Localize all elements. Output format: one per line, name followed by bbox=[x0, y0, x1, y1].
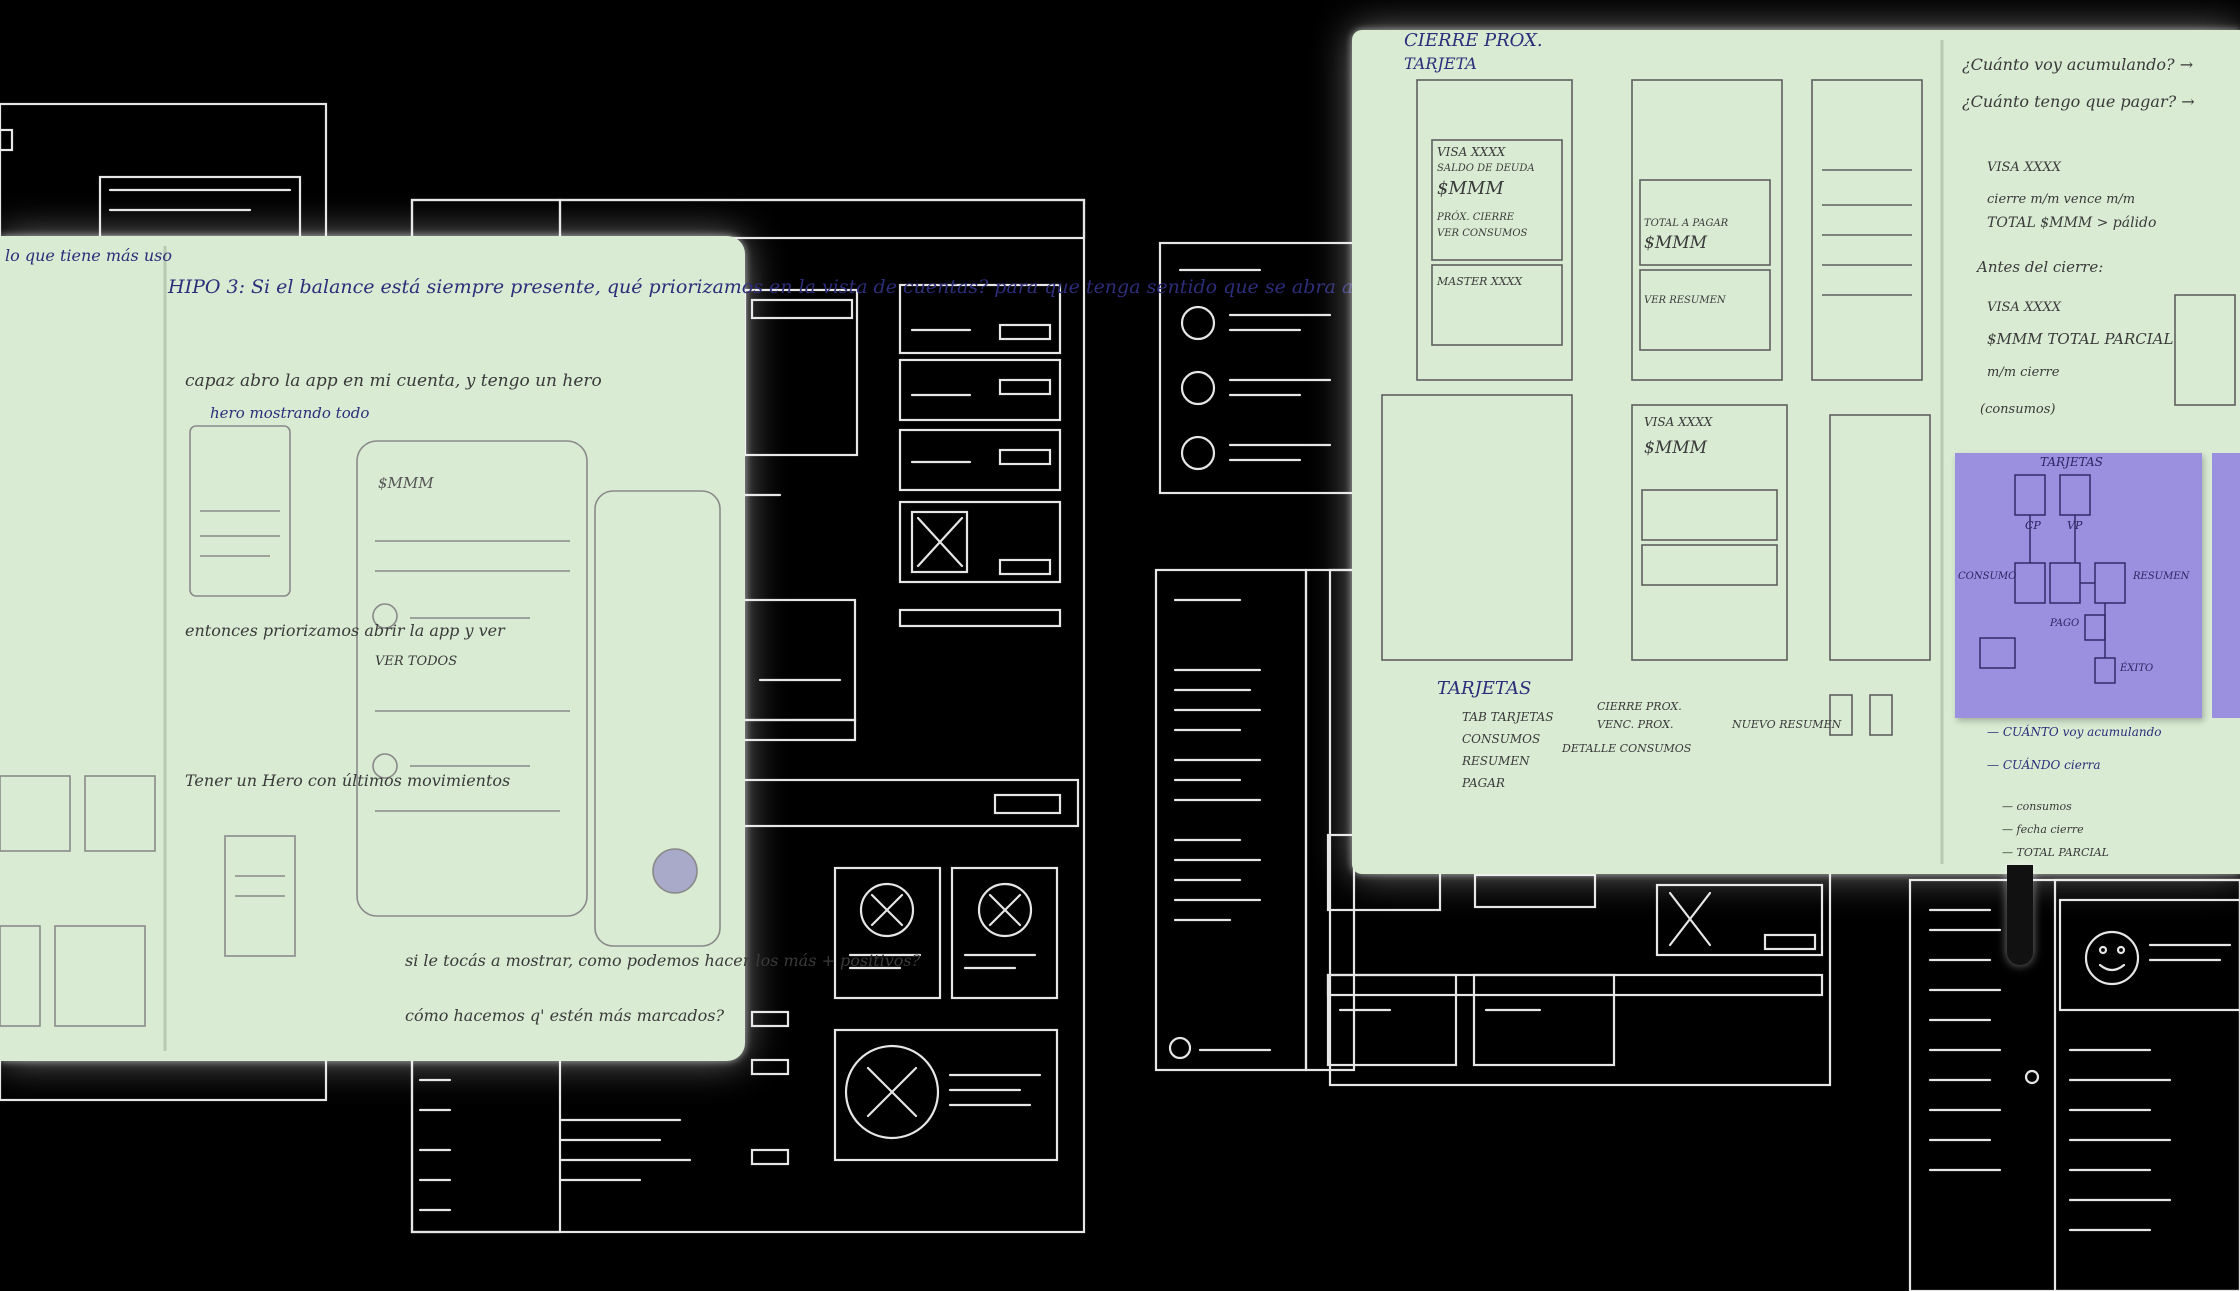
card-amount: $MMM bbox=[378, 474, 434, 492]
list-item-2: CONSUMOS bbox=[1462, 732, 1541, 746]
right-consumos: (consumos) bbox=[1980, 402, 2056, 417]
screen-1-visa: VISA XXXX bbox=[1437, 145, 1506, 159]
list-item-3: RESUMEN bbox=[1462, 754, 1530, 768]
list-branch-4: DETALLE CONSUMOS bbox=[1562, 742, 1692, 755]
left-line-2: hero mostrando todo bbox=[210, 404, 370, 422]
left-line-4: Tener un Hero con últimos movimientos bbox=[185, 771, 511, 790]
left-notebook-sketch bbox=[0, 246, 721, 1051]
right-q1: ¿Cuánto voy acumulando? → bbox=[1962, 55, 2194, 74]
list-branch-3: NUEVO RESUMEN bbox=[1732, 718, 1842, 731]
screen-2-total: TOTAL A PAGAR bbox=[1644, 218, 1729, 229]
bottom-note-5: — TOTAL PARCIAL bbox=[2002, 846, 2109, 859]
left-line-3: entonces priorizamos abrir la app y ver bbox=[185, 621, 505, 640]
bottom-note-2: — CUÁNDO cierra bbox=[1987, 758, 2101, 772]
screen-1-amount: $MMM bbox=[1437, 178, 1504, 199]
screen-4-visa: VISA XXXX bbox=[1644, 415, 1713, 429]
right-visa: VISA XXXX bbox=[1987, 160, 2061, 175]
right-cierre: cierre m/m vence m/m bbox=[1987, 192, 2136, 207]
list-branch-1: CIERRE PROX. bbox=[1597, 700, 1682, 713]
right-mm: m/m cierre bbox=[1987, 365, 2060, 380]
pen bbox=[2007, 865, 2033, 965]
list-title: TARJETAS bbox=[1437, 678, 1532, 699]
sticky-note-sketch bbox=[1979, 474, 2126, 684]
bottom-note-4: — fecha cierre bbox=[2002, 823, 2084, 836]
sticky-note-edge bbox=[2212, 453, 2240, 718]
right-title-1: CIERRE PROX. bbox=[1404, 30, 1543, 51]
sticky-label-3: PAGO bbox=[2050, 618, 2080, 629]
left-line-6: cómo hacemos q' estén más marcados? bbox=[405, 1006, 725, 1025]
sticky-vp: VP bbox=[2067, 519, 2083, 532]
left-notebook: HIPO 3: Si el balance está siempre prese… bbox=[0, 236, 1382, 1061]
right-total: TOTAL $MMM > pálido bbox=[1987, 215, 2157, 231]
screen-1-saldo: SALDO DE DEUDA bbox=[1437, 163, 1535, 174]
sticky-label-2: RESUMEN bbox=[2133, 571, 2190, 582]
screen-1-master: MASTER XXXX bbox=[1437, 275, 1523, 288]
screen-1-prox: PRÓX. CIERRE bbox=[1437, 212, 1515, 223]
right-title-2: TARJETA bbox=[1404, 54, 1477, 73]
screen-4-amount: $MMM bbox=[1644, 438, 1708, 458]
screen-2-amount: $MMM bbox=[1644, 233, 1708, 253]
left-line-1: capaz abro la app en mi cuenta, y tengo … bbox=[185, 371, 602, 391]
list-item-4: PAGAR bbox=[1462, 776, 1505, 790]
list-item-1: TAB TARJETAS bbox=[1462, 710, 1554, 724]
list-branch-2: VENC. PROX. bbox=[1597, 718, 1674, 731]
bottom-note-1: — CUÁNTO voy acumulando bbox=[1987, 725, 2162, 739]
screen-1-ver: VER CONSUMOS bbox=[1437, 228, 1528, 239]
left-margin-notes: lo que tiene más uso bbox=[5, 246, 172, 265]
card-ver-todos: VER TODOS bbox=[375, 654, 458, 669]
bottom-note-3: — consumos bbox=[2002, 800, 2072, 813]
sticky-label-1: CONSUMO bbox=[1958, 571, 2017, 582]
screen-2-resumen: VER RESUMEN bbox=[1644, 295, 1726, 306]
sticky-label-4: ÉXITO bbox=[2120, 663, 2154, 674]
right-antes: Antes del cierre: bbox=[1977, 258, 2104, 276]
right-parcial: $MMM TOTAL PARCIAL bbox=[1987, 330, 2174, 348]
right-visa-2: VISA XXXX bbox=[1987, 300, 2061, 315]
sticky-note: TARJETAS CP VP CONSUMO RESUMEN PAGO ÉXIT… bbox=[1955, 453, 2202, 718]
sticky-cp: CP bbox=[2025, 519, 2041, 532]
left-line-5: si le tocás a mostrar, como podemos hace… bbox=[405, 951, 921, 970]
sticky-title: TARJETAS bbox=[2040, 455, 2103, 469]
left-heading: HIPO 3: Si el balance está siempre prese… bbox=[168, 276, 1382, 298]
right-q2: ¿Cuánto tengo que pagar? → bbox=[1962, 92, 2195, 111]
collage-scene: HIPO 3: Si el balance está siempre prese… bbox=[0, 0, 2240, 1291]
right-notebook: CIERRE PROX. TARJETA VISA XXXX SALDO DE … bbox=[1352, 30, 2240, 874]
